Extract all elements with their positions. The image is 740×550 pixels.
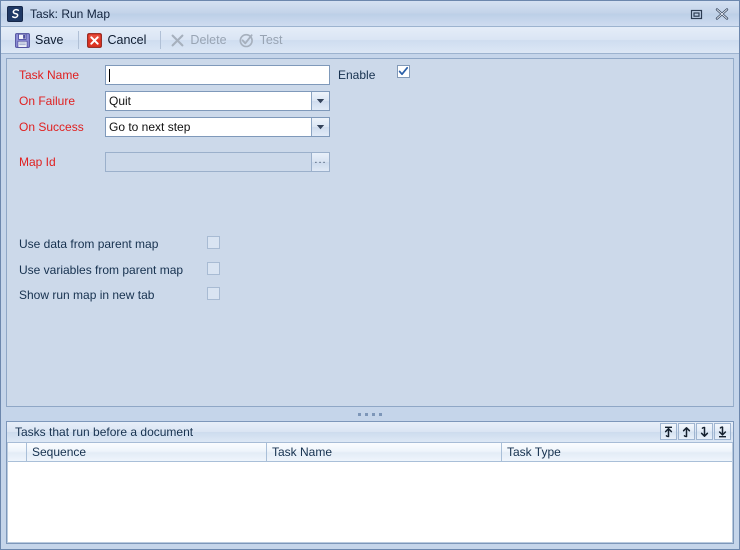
use-data-from-parent-map-label: Use data from parent map <box>19 237 159 251</box>
use-variables-from-parent-map-label: Use variables from parent map <box>19 263 184 277</box>
close-window-button[interactable] <box>709 4 735 24</box>
task-name-input[interactable] <box>105 65 330 85</box>
map-id-browse-button[interactable]: ... <box>311 153 329 171</box>
save-button-label: Save <box>35 33 64 47</box>
show-run-map-in-new-tab-row: Show run map in new tab <box>19 288 154 302</box>
use-variables-from-parent-map-checkbox[interactable] <box>207 262 220 275</box>
use-data-from-parent-map-checkbox[interactable] <box>207 236 220 249</box>
enable-checkbox[interactable] <box>397 65 410 78</box>
title-bar: Task: Run Map <box>1 1 739 27</box>
on-success-row: On Success <box>19 120 84 134</box>
app-logo-icon <box>7 5 23 22</box>
grey-x-icon <box>169 32 185 48</box>
task-run-map-window: Task: Run Map Save Cancel Delete Test Ta… <box>0 0 740 550</box>
on-success-select[interactable]: Go to next step <box>105 117 330 137</box>
on-success-value: Go to next step <box>109 120 191 134</box>
grid-caption-bar: Tasks that run before a document <box>7 422 733 443</box>
cancel-button[interactable]: Cancel <box>84 30 154 51</box>
save-button[interactable]: Save <box>11 30 71 51</box>
grid-order-tools <box>660 423 731 440</box>
map-id-row: Map Id <box>19 155 56 169</box>
grid-caption-label: Tasks that run before a document <box>15 425 194 439</box>
move-down-icon[interactable] <box>696 423 713 440</box>
grid-rows-area[interactable] <box>8 462 732 542</box>
chevron-down-icon[interactable] <box>311 118 329 136</box>
show-run-map-in-new-tab-label: Show run map in new tab <box>19 288 155 302</box>
map-id-label: Map Id <box>19 155 56 169</box>
tasks-before-document-panel: Tasks that run before a document Sequenc… <box>6 421 734 544</box>
delete-button-label: Delete <box>190 33 227 47</box>
window-buttons <box>683 4 735 24</box>
task-name-row: Task Name <box>19 68 79 82</box>
on-failure-row: On Failure <box>19 94 75 108</box>
delete-button[interactable]: Delete <box>166 30 233 51</box>
use-data-from-parent-map-row: Use data from parent map <box>19 237 158 251</box>
floppy-disk-icon <box>14 32 30 48</box>
move-to-bottom-icon[interactable] <box>714 423 731 440</box>
splitter-grip-icon <box>358 412 382 416</box>
window-title: Task: Run Map <box>30 6 111 21</box>
grid-header-row: Sequence Task Name Task Type <box>8 443 732 462</box>
enable-label: Enable <box>338 68 376 82</box>
map-id-field-group: ... <box>105 152 330 172</box>
tasks-grid: Sequence Task Name Task Type <box>7 443 733 543</box>
check-circle-icon <box>239 32 255 48</box>
enable-row: Enable <box>338 68 375 82</box>
restore-window-button[interactable] <box>683 4 709 24</box>
on-success-label: On Success <box>19 120 84 134</box>
test-button[interactable]: Test <box>236 30 290 51</box>
move-up-icon[interactable] <box>678 423 695 440</box>
text-caret <box>109 68 110 82</box>
move-to-top-icon[interactable] <box>660 423 677 440</box>
task-properties-panel: Task Name Enable On Failure Quit On Succ… <box>6 58 734 407</box>
map-id-input[interactable] <box>106 153 311 171</box>
test-button-label: Test <box>259 33 283 47</box>
column-header-sequence[interactable]: Sequence <box>27 443 267 461</box>
on-failure-select[interactable]: Quit <box>105 91 330 111</box>
cancel-button-label: Cancel <box>107 33 147 47</box>
panel-splitter[interactable] <box>6 407 734 421</box>
red-x-icon <box>87 32 103 48</box>
task-name-label: Task Name <box>19 68 80 82</box>
chevron-down-icon[interactable] <box>311 92 329 110</box>
row-indicator-column-header <box>8 443 27 461</box>
column-header-task-type[interactable]: Task Type <box>502 443 732 461</box>
toolbar-separator <box>77 31 79 49</box>
toolbar: Save Cancel Delete Test <box>1 27 739 54</box>
checkmark-icon <box>398 66 409 76</box>
on-failure-label: On Failure <box>19 94 76 108</box>
show-run-map-in-new-tab-checkbox[interactable] <box>207 287 220 300</box>
on-failure-value: Quit <box>109 94 132 108</box>
use-variables-from-parent-map-row: Use variables from parent map <box>19 263 183 277</box>
column-header-task-name[interactable]: Task Name <box>267 443 502 461</box>
toolbar-separator <box>160 31 162 49</box>
